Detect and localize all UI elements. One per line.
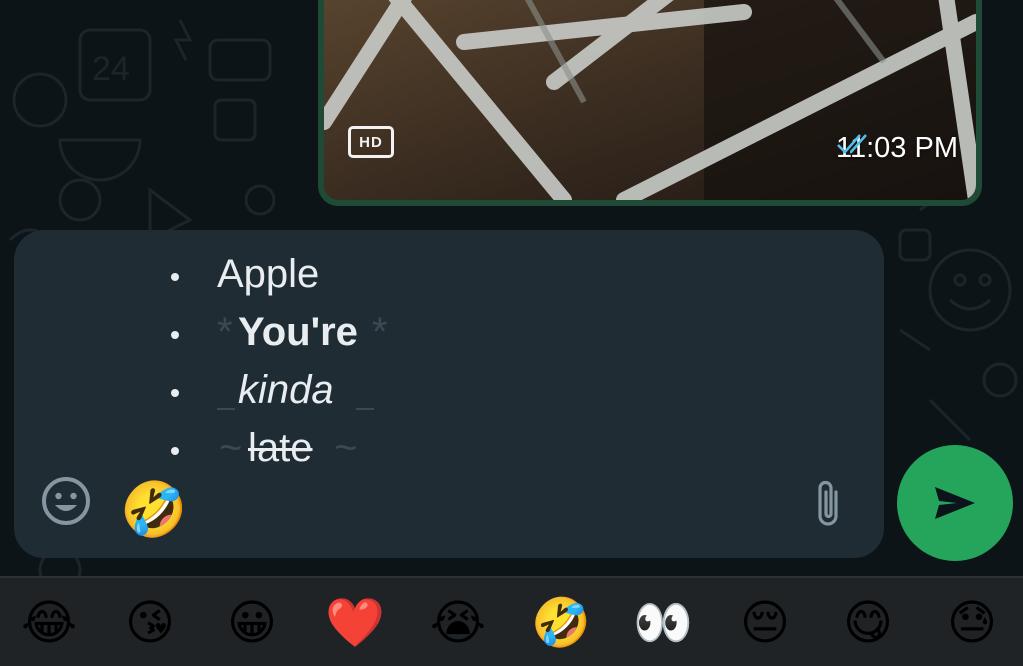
chat-background: 24 HD 11:03 PM Apple * You're * kinda ~ … bbox=[0, 0, 1023, 576]
bullet-dot bbox=[171, 273, 179, 281]
bullet-dot bbox=[171, 331, 179, 339]
photo-content bbox=[324, 0, 976, 200]
list-item-text-italic: kinda bbox=[238, 368, 334, 412]
emoji-suggestion[interactable]: 😭 bbox=[428, 594, 488, 654]
italic-marker-left bbox=[217, 408, 235, 410]
emoji-suggestion[interactable]: 😂 bbox=[19, 594, 79, 654]
bullet-dot bbox=[171, 389, 179, 397]
emoji-suggestion[interactable]: 👀 bbox=[633, 594, 693, 654]
media-message-bubble[interactable]: HD 11:03 PM bbox=[318, 0, 982, 206]
svg-text:24: 24 bbox=[92, 50, 130, 88]
paperclip-icon bbox=[818, 480, 838, 526]
emoji-picker-button[interactable] bbox=[40, 475, 92, 527]
emoji-suggestion[interactable]: ❤️ bbox=[325, 594, 385, 654]
emoji-suggestion[interactable]: 😀 bbox=[222, 594, 282, 654]
double-check-icon bbox=[837, 134, 867, 154]
emoji-suggestion[interactable]: 🤣 bbox=[531, 594, 591, 654]
bullet-dot bbox=[171, 447, 179, 455]
send-icon bbox=[935, 487, 975, 519]
hd-badge: HD bbox=[348, 126, 394, 158]
strike-marker-left: ~ bbox=[219, 426, 243, 470]
emoji-suggestion[interactable]: 😋 bbox=[838, 594, 898, 654]
bold-marker-right: * bbox=[372, 310, 388, 354]
attach-button[interactable] bbox=[808, 476, 848, 532]
list-item-text-strike: late bbox=[248, 426, 313, 470]
list-item: * You're * bbox=[14, 302, 884, 360]
list-item-text: Apple bbox=[217, 252, 320, 296]
send-button[interactable] bbox=[897, 445, 1013, 561]
emoji-suggestion-bar: 😂 😘 😀 ❤️ 😭 🤣 👀 😔 😋 😓 bbox=[0, 576, 1023, 666]
formatted-text-input[interactable]: Apple * You're * kinda ~ late ~ bbox=[14, 230, 884, 480]
emoji-suggestion[interactable]: 😔 bbox=[735, 594, 795, 654]
message-meta: 11:03 PM bbox=[836, 132, 958, 165]
list-item: Apple bbox=[14, 244, 884, 302]
message-compose-box[interactable]: Apple * You're * kinda ~ late ~ 🤣 bbox=[14, 230, 884, 558]
media-photo[interactable]: HD 11:03 PM bbox=[324, 0, 976, 200]
emoji-suggestion[interactable]: 😘 bbox=[120, 594, 180, 654]
strike-marker-right: ~ bbox=[334, 426, 358, 470]
emoji-suggestion[interactable]: 😓 bbox=[942, 594, 1002, 654]
list-item: kinda bbox=[14, 360, 884, 418]
bold-marker-left: * bbox=[217, 310, 233, 354]
italic-marker-right bbox=[356, 408, 374, 410]
list-item-text-bold: You're bbox=[238, 310, 358, 354]
list-item: ~ late ~ bbox=[14, 418, 884, 476]
smiley-icon bbox=[42, 477, 90, 525]
typed-emoji: 🤣 bbox=[120, 480, 188, 540]
